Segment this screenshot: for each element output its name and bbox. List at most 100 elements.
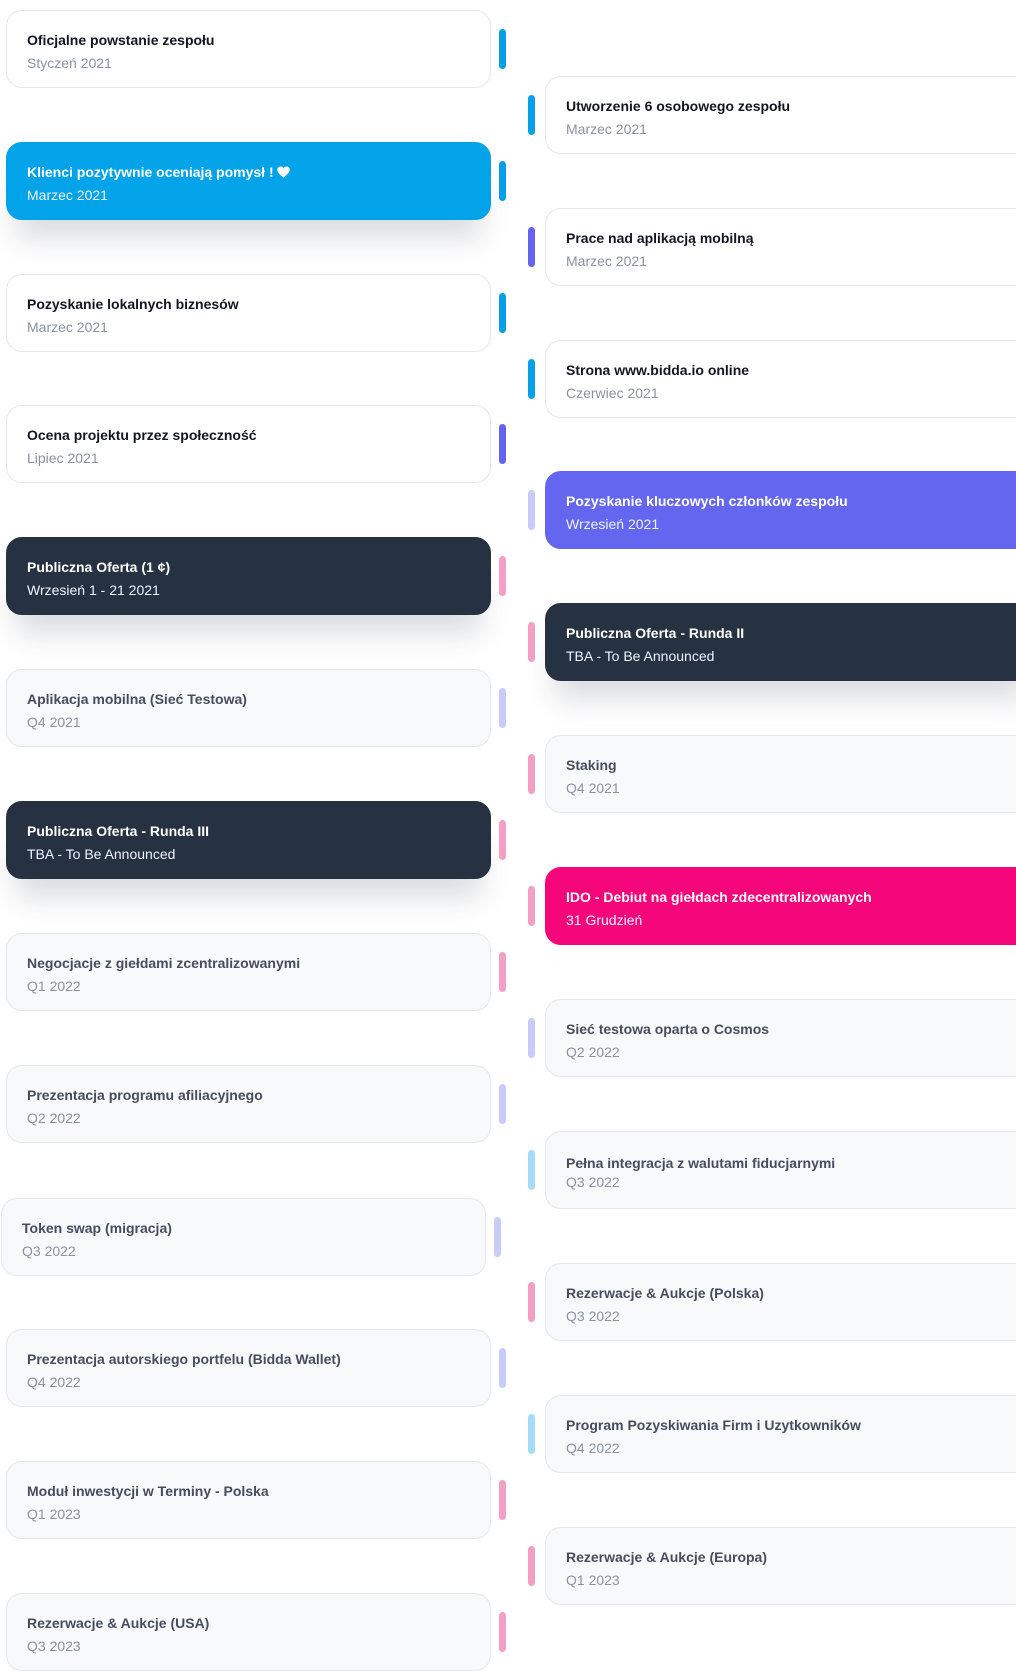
- milestone-card[interactable]: Staking Q4 2021: [545, 735, 1016, 813]
- milestone-title: Strona www.bidda.io online: [566, 362, 750, 378]
- milestone-date: Q3 2022: [22, 1243, 76, 1259]
- timeline-marker: [528, 1018, 535, 1058]
- timeline-marker: [499, 29, 506, 69]
- milestone-card[interactable]: Moduł inwestycji w Terminy - Polska Q1 2…: [6, 1461, 491, 1539]
- milestone-card[interactable]: IDO - Debiut na giełdach zdecentralizowa…: [545, 867, 1016, 945]
- milestone-title: Pozyskanie lokalnych biznesów: [27, 296, 239, 312]
- milestone-date: Marzec 2021: [27, 187, 108, 203]
- milestone-date: Marzec 2021: [27, 319, 108, 335]
- milestone-title: Publiczna Oferta - Runda III: [27, 823, 210, 839]
- milestone-title: Prace nad aplikacją mobilną: [566, 230, 754, 246]
- timeline-marker: [499, 1348, 506, 1388]
- milestone-date: 31 Grudzień: [566, 912, 643, 928]
- milestone-card[interactable]: Ocena projektu przez społeczność Lipiec …: [6, 405, 491, 483]
- milestone-title: IDO - Debiut na giełdach zdecentralizowa…: [566, 889, 872, 905]
- milestone-title: Aplikacja mobilna (Sieć Testowa): [27, 691, 247, 707]
- milestone-card[interactable]: Prezentacja autorskiego portfelu (Bidda …: [6, 1329, 491, 1407]
- milestone-date: Marzec 2021: [566, 121, 647, 137]
- milestone-card[interactable]: Publiczna Oferta (1 ¢) Wrzesień 1 - 21 2…: [6, 537, 491, 615]
- timeline-marker: [499, 161, 506, 201]
- milestone-card[interactable]: Rezerwacje & Aukcje (Europa) Q1 2023: [545, 1527, 1016, 1605]
- milestone-date: Styczeń 2021: [27, 55, 112, 71]
- milestone-date: Q4 2021: [27, 714, 81, 730]
- milestone-card[interactable]: Publiczna Oferta - Runda II TBA - To Be …: [545, 603, 1016, 681]
- milestone-card[interactable]: Publiczna Oferta - Runda III TBA - To Be…: [6, 801, 491, 879]
- milestone-title: Publiczna Oferta - Runda II: [566, 625, 745, 641]
- timeline-marker: [528, 754, 535, 794]
- milestone-date: Q3 2022: [566, 1308, 620, 1324]
- milestone-date: Q1 2023: [566, 1572, 620, 1588]
- milestone-date: Wrzesień 2021: [566, 516, 660, 532]
- milestone-title: Moduł inwestycji w Terminy - Polska: [27, 1483, 269, 1499]
- milestone-date: Q1 2022: [27, 978, 81, 994]
- milestone-card[interactable]: Strona www.bidda.io online Czerwiec 2021: [545, 340, 1016, 418]
- timeline-marker: [499, 952, 506, 992]
- milestone-date: Czerwiec 2021: [566, 385, 659, 401]
- timeline-marker: [528, 886, 535, 926]
- milestone-date: TBA - To Be Announced: [27, 846, 176, 862]
- milestone-card[interactable]: Negocjacje z giełdami zcentralizowanymi …: [6, 933, 491, 1011]
- timeline-marker: [499, 820, 506, 860]
- milestone-date: TBA - To Be Announced: [566, 648, 715, 664]
- milestone-title: Prezentacja autorskiego portfelu (Bidda …: [27, 1351, 341, 1367]
- milestone-date: Q1 2023: [27, 1506, 81, 1522]
- milestone-title: Negocjacje z giełdami zcentralizowanymi: [27, 955, 301, 971]
- milestone-card[interactable]: Sieć testowa oparta o Cosmos Q2 2022: [545, 999, 1016, 1077]
- milestone-card[interactable]: Klienci pozytywnie oceniają pomysł ! Mar…: [6, 142, 491, 220]
- milestone-title: Sieć testowa oparta o Cosmos: [566, 1021, 770, 1037]
- timeline-marker: [499, 556, 506, 596]
- milestone-card[interactable]: Oficjalne powstanie zespołu Styczeń 2021: [6, 10, 491, 88]
- timeline-marker: [499, 688, 506, 728]
- milestone-card[interactable]: Rezerwacje & Aukcje (USA) Q3 2023: [6, 1593, 491, 1671]
- heart-icon: [276, 166, 290, 178]
- timeline-marker: [499, 293, 506, 333]
- milestone-title: Rezerwacje & Aukcje (Polska): [566, 1285, 764, 1301]
- timeline-marker: [528, 1546, 535, 1586]
- milestone-date: Q2 2022: [27, 1110, 81, 1126]
- milestone-card[interactable]: Aplikacja mobilna (Sieć Testowa) Q4 2021: [6, 669, 491, 747]
- milestone-card[interactable]: Utworzenie 6 osobowego zespołu Marzec 20…: [545, 76, 1016, 154]
- milestone-date: Q4 2022: [566, 1440, 620, 1456]
- milestone-card[interactable]: Program Pozyskiwania Firm i Uzytkowników…: [545, 1395, 1016, 1473]
- milestone-title: Pełna integracja z walutami fiducjarnymi: [566, 1155, 836, 1171]
- milestone-card[interactable]: Prezentacja programu afiliacyjnego Q2 20…: [6, 1065, 491, 1143]
- milestone-title: Utworzenie 6 osobowego zespołu: [566, 98, 791, 114]
- milestone-title: Rezerwacje & Aukcje (USA): [27, 1615, 210, 1631]
- milestone-title: Ocena projektu przez społeczność: [27, 427, 257, 443]
- milestone-date: Q2 2022: [566, 1044, 620, 1060]
- milestone-card[interactable]: Token swap (migracja) Q3 2022: [1, 1198, 486, 1276]
- timeline-marker: [528, 490, 535, 530]
- timeline-marker: [528, 95, 535, 135]
- milestone-title: Rezerwacje & Aukcje (Europa): [566, 1549, 767, 1565]
- milestone-date: Lipiec 2021: [27, 450, 99, 466]
- timeline-marker: [528, 227, 535, 267]
- milestone-card[interactable]: Pełna integracja z walutami fiducjarnymi…: [545, 1131, 1016, 1209]
- milestone-title: Publiczna Oferta (1 ¢): [27, 559, 171, 575]
- timeline-marker: [499, 1480, 506, 1520]
- milestone-card[interactable]: Prace nad aplikacją mobilną Marzec 2021: [545, 208, 1016, 286]
- milestone-title: Prezentacja programu afiliacyjnego: [27, 1087, 263, 1103]
- milestone-card[interactable]: Rezerwacje & Aukcje (Polska) Q3 2022: [545, 1263, 1016, 1341]
- milestone-date: Q4 2021: [566, 780, 620, 796]
- milestone-date: Wrzesień 1 - 21 2021: [27, 582, 160, 598]
- timeline-marker: [499, 1612, 506, 1652]
- timeline-marker: [494, 1217, 501, 1257]
- timeline-marker: [499, 1084, 506, 1124]
- timeline-marker: [528, 622, 535, 662]
- milestone-date: Q4 2022: [27, 1374, 81, 1390]
- milestone-title: Program Pozyskiwania Firm i Uzytkowników: [566, 1417, 861, 1433]
- milestone-title: Token swap (migracja): [22, 1220, 172, 1236]
- milestone-date: Q3 2023: [27, 1638, 81, 1654]
- milestone-date: Q3 2022: [566, 1174, 620, 1190]
- timeline-marker: [528, 1414, 535, 1454]
- timeline-marker: [528, 1282, 535, 1322]
- milestone-title: Klienci pozytywnie oceniają pomysł !: [27, 164, 490, 181]
- milestone-title: Staking: [566, 757, 617, 773]
- milestone-title: Pozyskanie kluczowych członków zespołu: [566, 493, 848, 509]
- milestone-card[interactable]: Pozyskanie kluczowych członków zespołu W…: [545, 471, 1016, 549]
- timeline-marker: [528, 359, 535, 399]
- milestone-title: Oficjalne powstanie zespołu: [27, 32, 215, 48]
- milestone-date: Marzec 2021: [566, 253, 647, 269]
- milestone-card[interactable]: Pozyskanie lokalnych biznesów Marzec 202…: [6, 274, 491, 352]
- timeline-marker: [528, 1150, 535, 1190]
